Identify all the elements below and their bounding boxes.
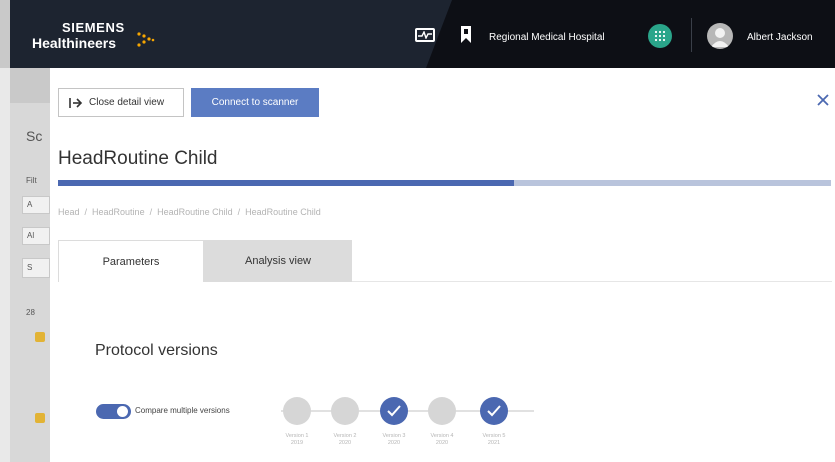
version-name: Version 4 [430, 433, 454, 439]
window-frame-edge [0, 0, 10, 68]
version-label-4: Version 4 2020 [422, 433, 462, 447]
background-star-icon [35, 332, 45, 342]
version-label-2: Version 2 2020 [325, 433, 365, 447]
breadcrumb-item[interactable]: HeadRoutine [92, 207, 145, 217]
protocol-versions-heading: Protocol versions [95, 342, 218, 359]
check-icon [487, 405, 501, 417]
version-node-4[interactable] [428, 397, 456, 425]
compare-versions-label: Compare multiple versions [135, 406, 230, 415]
background-field-b: Al [22, 227, 50, 245]
check-icon [387, 405, 401, 417]
background-star-icon [35, 413, 45, 423]
background-page: Sc Filt A Al S 28 [10, 68, 50, 462]
background-count: 28 [26, 308, 35, 317]
background-field-c-text: S [27, 263, 33, 272]
app-header: SIEMENS Healthineers Regional Medical Ho… [0, 0, 835, 68]
logo-line-2: Healthineers [32, 35, 117, 51]
grid-apps-icon[interactable] [648, 24, 672, 48]
version-year: 2019 [290, 440, 304, 446]
close-icon[interactable] [815, 92, 831, 108]
background-field-b-text: Al [27, 231, 35, 240]
version-label-5: Version 5 2021 [474, 433, 514, 447]
header-divider [691, 18, 692, 52]
tab-parameters-label: Parameters [102, 255, 160, 268]
tab-parameters[interactable]: Parameters [58, 240, 204, 282]
hospital-name[interactable]: Regional Medical Hospital [489, 32, 605, 43]
version-label-3: Version 3 2020 [374, 433, 414, 447]
user-avatar-icon[interactable] [707, 23, 733, 49]
version-node-5[interactable] [480, 397, 508, 425]
protocol-title: HeadRoutine Child [58, 148, 218, 169]
monitor-waveform-icon[interactable] [415, 28, 435, 42]
protocol-progress-fill [58, 180, 515, 186]
version-name: Version 3 [382, 433, 406, 439]
connect-to-scanner-button[interactable]: Connect to scanner [191, 88, 319, 117]
close-detail-view-button[interactable]: Close detail view [58, 88, 184, 117]
version-label-1: Version 1 2019 [277, 433, 317, 447]
tab-analysis-view[interactable]: Analysis view [204, 240, 352, 282]
user-name[interactable]: Albert Jackson [747, 32, 813, 43]
tab-analysis-view-label: Analysis view [244, 255, 312, 267]
compare-versions-toggle[interactable] [96, 404, 131, 419]
version-name: Version 5 [482, 433, 506, 439]
logo-line-1: SIEMENS [62, 20, 125, 35]
background-toolbar [10, 68, 50, 103]
background-field-c: S [22, 258, 50, 278]
version-name: Version 2 [333, 433, 357, 439]
version-node-2[interactable] [331, 397, 359, 425]
breadcrumb-item-current: HeadRoutine Child [245, 207, 321, 217]
background-title: Sc [26, 128, 43, 144]
version-node-3[interactable] [380, 397, 408, 425]
logo-dots-icon [137, 32, 155, 47]
breadcrumb-separator: / [84, 207, 88, 217]
breadcrumb-item[interactable]: Head [58, 207, 80, 217]
detail-panel: Close detail view Connect to scanner Hea… [50, 68, 835, 462]
breadcrumb-separator: / [149, 207, 153, 217]
breadcrumb-separator: / [237, 207, 241, 217]
breadcrumb: Head / HeadRoutine / HeadRoutine Child / HeadR… [58, 207, 321, 217]
toggle-knob [117, 406, 128, 417]
protocol-progress-bar [58, 180, 831, 186]
version-year: 2020 [338, 440, 352, 446]
version-name: Version 1 [285, 433, 309, 439]
background-field-a: A [22, 196, 50, 214]
version-year: 2020 [387, 440, 401, 446]
version-node-1[interactable] [283, 397, 311, 425]
background-filter-label: Filt [26, 176, 37, 185]
breadcrumb-item[interactable]: HeadRoutine Child [157, 207, 233, 217]
bookmark-icon[interactable] [461, 26, 471, 43]
close-detail-view-label: Close detail view [89, 97, 165, 108]
version-year: 2020 [435, 440, 449, 446]
background-field-a-text: A [27, 200, 33, 209]
version-year: 2021 [487, 440, 501, 446]
collapse-right-icon [69, 97, 83, 108]
tab-baseline [352, 281, 832, 282]
